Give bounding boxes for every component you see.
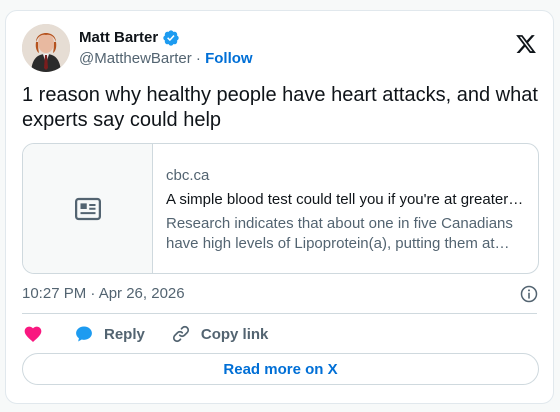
timestamp[interactable]: 10:27 PM · Apr 26, 2026: [22, 285, 185, 302]
reply-label: Reply: [104, 325, 145, 343]
read-more-button[interactable]: Read more on X: [22, 353, 539, 385]
avatar-image: [22, 24, 70, 72]
like-button[interactable]: [22, 323, 44, 345]
heart-icon: [24, 326, 42, 342]
x-logo-icon[interactable]: [515, 33, 537, 55]
divider: [22, 313, 537, 314]
article-icon: [74, 197, 101, 220]
link-domain: cbc.ca: [166, 167, 210, 184]
avatar[interactable]: [22, 24, 70, 72]
info-icon[interactable]: [519, 284, 539, 304]
name-row: Matt Barter: [79, 29, 180, 47]
reply-button[interactable]: Reply: [74, 324, 145, 344]
separator-dot: ·: [191, 50, 206, 67]
verified-badge-icon: [163, 30, 179, 46]
handle-row: @MatthewBarter · Follow: [79, 50, 253, 68]
link-title: A simple blood test could tell you if yo…: [166, 191, 525, 208]
link-icon: [172, 325, 189, 343]
author-handle[interactable]: @MatthewBarter: [79, 50, 192, 67]
author-name[interactable]: Matt Barter: [79, 29, 158, 47]
link-preview-card[interactable]: cbc.ca A simple blood test could tell yo…: [22, 143, 539, 274]
tweet-header: Matt Barter @MatthewBarter · Follow: [22, 23, 539, 73]
copy-link-label: Copy link: [200, 325, 269, 343]
tweet-card: Matt Barter @MatthewBarter · Follow 1 re…: [5, 10, 554, 404]
reply-bubble-icon: [76, 326, 92, 342]
tweet-text: 1 reason why healthy people have heart a…: [22, 84, 538, 131]
link-body: cbc.ca A simple blood test could tell yo…: [153, 144, 538, 273]
meta-row: 10:27 PM · Apr 26, 2026: [22, 284, 539, 306]
copy-link-button[interactable]: Copy link: [171, 324, 269, 344]
link-thumbnail: [23, 144, 153, 273]
action-bar: Reply Copy link: [22, 322, 294, 346]
link-description: Research indicates that about one in fiv…: [166, 215, 513, 252]
follow-button[interactable]: Follow: [205, 50, 253, 67]
